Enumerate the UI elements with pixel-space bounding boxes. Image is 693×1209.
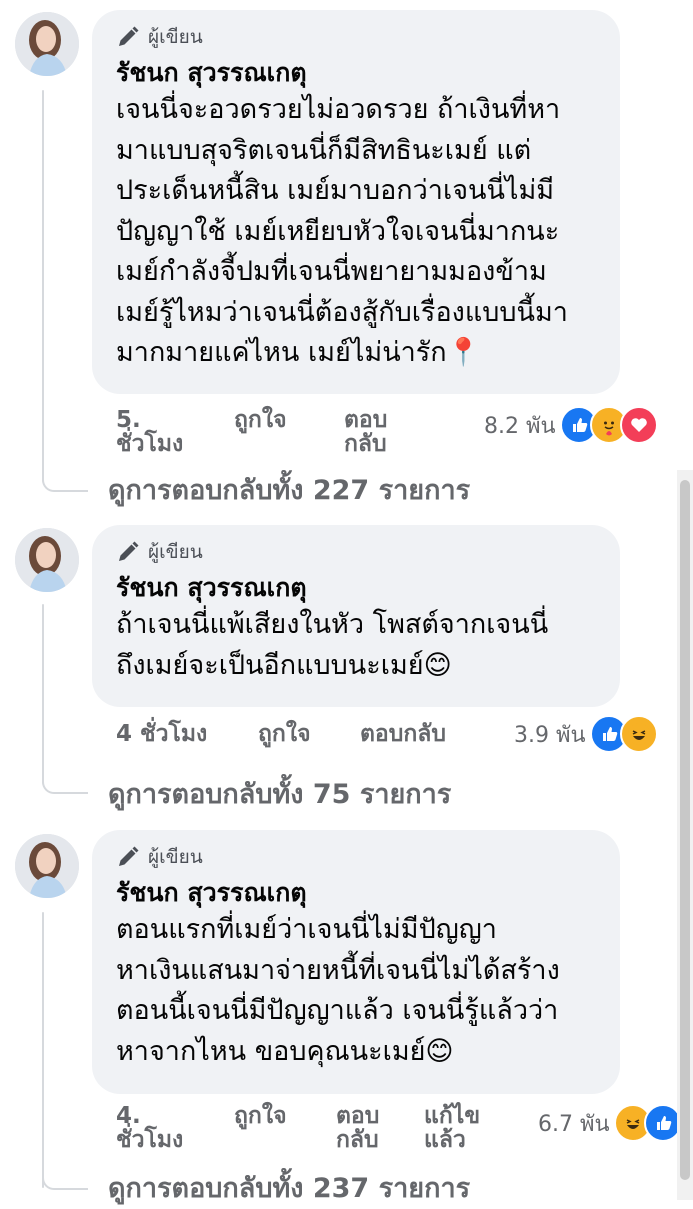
- author-badge: ผู้เขียน: [116, 539, 598, 565]
- reply-line: ตอบ: [336, 1103, 380, 1129]
- pencil-icon: [119, 26, 139, 46]
- thread-elbow: [42, 478, 88, 492]
- reply-button[interactable]: ตอบ กลับ: [344, 408, 387, 456]
- avatar[interactable]: [15, 12, 79, 76]
- reply-button[interactable]: ตอบกลับ: [360, 722, 446, 746]
- like-icon: [643, 1104, 682, 1142]
- timestamp-line: ชั่วโมง: [116, 431, 184, 457]
- love-icon: [619, 406, 658, 444]
- reaction-summary[interactable]: 6.7 พัน: [538, 1104, 682, 1142]
- comment-actions: 5. ชั่วโมง ถูกใจ ตอบ กลับ: [116, 408, 387, 456]
- edited-label: แก้ไข แล้ว: [424, 1104, 480, 1152]
- view-replies-link[interactable]: ดูการตอบกลับทั้ง 75 รายการ: [108, 772, 451, 815]
- author-name[interactable]: รัชนก สุวรรณเกตุ: [116, 56, 598, 90]
- thread-elbow: [42, 1176, 88, 1190]
- timestamp[interactable]: 5. ชั่วโมง: [116, 408, 234, 456]
- thread-line: [42, 912, 44, 1188]
- timestamp-line: ชั่วโมง: [116, 1127, 184, 1153]
- reply-line: กลับ: [344, 431, 387, 457]
- author-name[interactable]: รัชนก สุวรรณเกตุ: [116, 571, 598, 605]
- author-badge-label: ผู้เขียน: [148, 26, 203, 48]
- reaction-count: 3.9 พัน: [514, 722, 586, 748]
- view-replies-link[interactable]: ดูการตอบกลับทั้ง 237 รายการ: [108, 1166, 470, 1209]
- reply-line: ตอบ: [344, 407, 388, 433]
- scrollbar[interactable]: [677, 470, 693, 1200]
- timestamp[interactable]: 4. ชั่วโมง: [116, 1104, 234, 1152]
- author-name[interactable]: รัชนก สุวรรณเกตุ: [116, 876, 598, 910]
- avatar[interactable]: [15, 528, 79, 592]
- avatar[interactable]: [15, 834, 79, 898]
- comment-actions: 4. ชั่วโมง ถูกใจ ตอบ กลับ แก้ไข แล้ว: [116, 1104, 480, 1152]
- timestamp-line: 4.: [116, 1103, 141, 1129]
- scrollbar-thumb[interactable]: [680, 480, 690, 1180]
- comment-text: ถ้าเจนนี่แพ้เสียงในหัว โพสต์จากเจนนี่ ถึ…: [116, 609, 549, 681]
- haha-icon: [619, 715, 658, 753]
- comment-bubble: ผู้เขียน รัชนก สุวรรณเกตุ เจนนี่จะอวดรวย…: [92, 10, 620, 394]
- comment-text: ตอนแรกที่เมย์ว่าเจนนี่ไม่มีปัญญา หาเงินแ…: [116, 914, 560, 1067]
- reaction-summary[interactable]: 8.2 พัน: [484, 406, 658, 444]
- pencil-icon: [119, 541, 139, 561]
- like-button[interactable]: ถูกใจ: [234, 408, 344, 432]
- timestamp[interactable]: 4 ชั่วโมง: [116, 722, 258, 746]
- view-replies-link[interactable]: ดูการตอบกลับทั้ง 227 รายการ: [108, 468, 470, 511]
- timestamp-line: 5.: [116, 407, 141, 433]
- thread-line: [42, 604, 44, 784]
- author-badge: ผู้เขียน: [116, 24, 598, 50]
- thread-elbow: [42, 780, 88, 794]
- like-button[interactable]: ถูกใจ: [234, 1104, 336, 1128]
- comment-bubble: ผู้เขียน รัชนก สุวรรณเกตุ ตอนแรกที่เมย์ว…: [92, 830, 620, 1094]
- comment-text: เจนนี่จะอวดรวยไม่อวดรวย ถ้าเงินที่หา มาแ…: [116, 94, 568, 368]
- edited-line: แล้ว: [424, 1127, 466, 1153]
- like-button[interactable]: ถูกใจ: [258, 722, 360, 746]
- reply-button[interactable]: ตอบ กลับ: [336, 1104, 424, 1152]
- reply-line: กลับ: [336, 1127, 379, 1153]
- author-badge-label: ผู้เขียน: [148, 541, 203, 563]
- author-badge: ผู้เขียน: [116, 844, 598, 870]
- comment-actions: 4 ชั่วโมง ถูกใจ ตอบกลับ: [116, 722, 446, 746]
- edited-line: แก้ไข: [424, 1103, 481, 1129]
- reaction-summary[interactable]: 3.9 พัน: [514, 715, 658, 753]
- reaction-count: 8.2 พัน: [484, 413, 556, 439]
- author-badge-label: ผู้เขียน: [148, 846, 203, 868]
- thread-line: [42, 90, 44, 482]
- comment-bubble: ผู้เขียน รัชนก สุวรรณเกตุ ถ้าเจนนี่แพ้เส…: [92, 525, 620, 707]
- pencil-icon: [119, 846, 139, 866]
- reaction-count: 6.7 พัน: [538, 1111, 610, 1137]
